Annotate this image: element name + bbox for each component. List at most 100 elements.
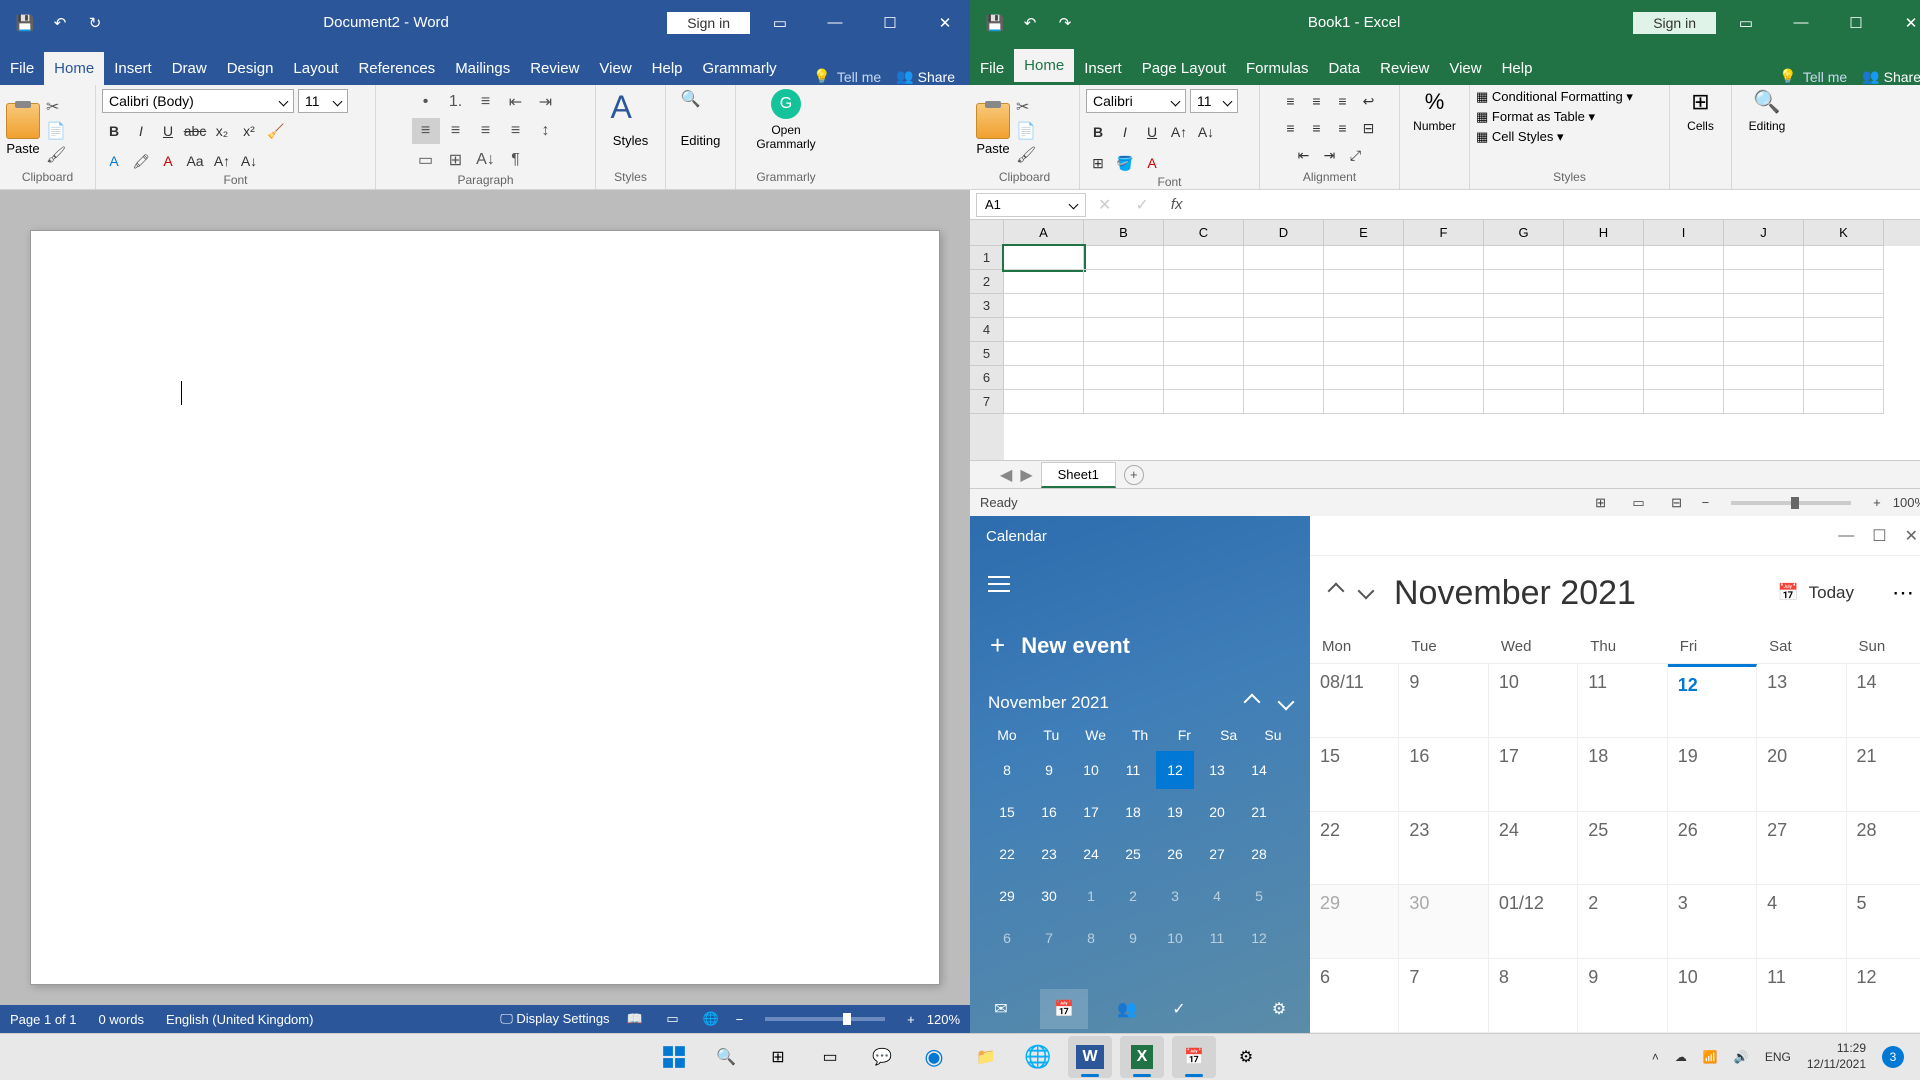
zoom-slider[interactable]	[765, 1017, 885, 1021]
align-right-icon[interactable]: ≡	[472, 118, 500, 144]
formula-input[interactable]	[1192, 197, 1920, 212]
row-header[interactable]: 3	[970, 294, 1004, 318]
inc-indent-icon[interactable]: ⇥	[532, 89, 560, 115]
col-header[interactable]: K	[1804, 220, 1884, 246]
tab-view[interactable]: View	[589, 52, 641, 85]
print-layout-icon[interactable]: ▭	[660, 1009, 686, 1029]
calendar-day[interactable]: 8	[1489, 959, 1578, 1032]
cell-styles-button[interactable]: ▦ Cell Styles ▾	[1476, 129, 1563, 145]
start-button[interactable]	[652, 1036, 696, 1078]
chrome-button[interactable]: 🌐	[1016, 1036, 1060, 1078]
calendar-day[interactable]: 08/11	[1310, 664, 1399, 737]
document-page[interactable]	[30, 230, 940, 985]
cell[interactable]	[1804, 342, 1884, 366]
settings-icon[interactable]: ⚙	[1266, 996, 1292, 1022]
pilcrow-icon[interactable]: ¶	[502, 147, 530, 173]
fx-icon[interactable]: fx	[1161, 196, 1193, 213]
borders-icon[interactable]: ⊞	[442, 147, 470, 173]
tab-grammarly[interactable]: Grammarly	[693, 52, 787, 85]
calendar-taskbar-button[interactable]: 📅	[1172, 1036, 1216, 1078]
cell[interactable]	[1244, 318, 1324, 342]
strike-button[interactable]: abc	[183, 119, 207, 143]
cell[interactable]	[1244, 246, 1324, 270]
calendar-day[interactable]: 12	[1847, 959, 1920, 1032]
col-header[interactable]: I	[1644, 220, 1724, 246]
cells-button[interactable]: ⊞ Cells	[1676, 89, 1725, 187]
mini-day[interactable]: 30	[1030, 877, 1068, 915]
close-icon[interactable]: ✕	[1886, 4, 1920, 42]
share-button[interactable]: 👥Share	[1862, 68, 1920, 85]
prev-month-icon[interactable]	[1330, 584, 1342, 602]
mini-day[interactable]: 15	[988, 793, 1026, 831]
underline-button[interactable]: U	[1140, 120, 1164, 144]
cell[interactable]	[1164, 270, 1244, 294]
font-name-select[interactable]: Calibri	[1086, 89, 1186, 113]
mini-day[interactable]: 18	[1114, 793, 1152, 831]
cell[interactable]	[1804, 366, 1884, 390]
tab-mailings[interactable]: Mailings	[445, 52, 520, 85]
mini-day[interactable]: 27	[1198, 835, 1236, 873]
minimize-icon[interactable]: —	[1776, 4, 1826, 42]
lang-icon[interactable]: ENG	[1765, 1050, 1791, 1064]
cell[interactable]	[1484, 390, 1564, 414]
cell[interactable]	[1484, 294, 1564, 318]
numbering-icon[interactable]: 1.	[442, 89, 470, 115]
cell[interactable]	[1724, 270, 1804, 294]
styles-button[interactable]: A Styles	[602, 89, 659, 170]
settings-taskbar-button[interactable]: ⚙	[1224, 1036, 1268, 1078]
widgets-button[interactable]: ▭	[808, 1036, 852, 1078]
cell[interactable]	[1004, 342, 1084, 366]
mini-day[interactable]: 9	[1114, 919, 1152, 957]
cell[interactable]	[1164, 246, 1244, 270]
borders-icon[interactable]: ⊞	[1086, 151, 1110, 175]
calendar-day[interactable]: 16	[1399, 738, 1488, 811]
cell[interactable]	[1244, 390, 1324, 414]
fill-color-icon[interactable]: 🪣	[1113, 151, 1137, 175]
number-format-button[interactable]: % Number	[1406, 89, 1463, 187]
cell[interactable]	[1004, 390, 1084, 414]
mail-icon[interactable]: ✉	[988, 996, 1014, 1022]
align-center-icon[interactable]: ≡	[1305, 116, 1329, 140]
mini-day[interactable]: 5	[1240, 877, 1278, 915]
calendar-day[interactable]: 26	[1668, 812, 1757, 885]
cell[interactable]	[1084, 342, 1164, 366]
mini-day[interactable]: 7	[1030, 919, 1068, 957]
tab-design[interactable]: Design	[217, 52, 284, 85]
grow-font-icon[interactable]: A↑	[1167, 120, 1191, 144]
mini-day[interactable]: 11	[1114, 751, 1152, 789]
calendar-day[interactable]: 18	[1578, 738, 1667, 811]
cell[interactable]	[1404, 390, 1484, 414]
page-layout-icon[interactable]: ▭	[1626, 493, 1652, 513]
bold-button[interactable]: B	[102, 119, 126, 143]
calendar-day[interactable]: 5	[1847, 885, 1920, 958]
calendar-day[interactable]: 23	[1399, 812, 1488, 885]
mini-month-label[interactable]: November 2021	[988, 693, 1109, 713]
undo-icon[interactable]: ↶	[1020, 13, 1040, 33]
mini-day[interactable]: 1	[1072, 877, 1110, 915]
mini-day[interactable]: 26	[1156, 835, 1194, 873]
conditional-formatting-button[interactable]: ▦ Conditional Formatting ▾	[1476, 89, 1633, 105]
select-all-corner[interactable]	[970, 220, 1004, 246]
volume-icon[interactable]: 🔊	[1734, 1050, 1749, 1064]
next-sheet-icon[interactable]: ▶	[1020, 465, 1032, 485]
col-header[interactable]: C	[1164, 220, 1244, 246]
cell[interactable]	[1084, 270, 1164, 294]
mini-day[interactable]: 2	[1114, 877, 1152, 915]
cell[interactable]	[1324, 294, 1404, 318]
change-case-icon[interactable]: Aa	[183, 149, 207, 173]
cell[interactable]	[1564, 342, 1644, 366]
subscript-button[interactable]: x₂	[210, 119, 234, 143]
cell[interactable]	[1244, 294, 1324, 318]
align-left-icon[interactable]: ≡	[1279, 116, 1303, 140]
row-header[interactable]: 4	[970, 318, 1004, 342]
mini-day[interactable]: 20	[1198, 793, 1236, 831]
accept-fx-icon[interactable]: ✓	[1123, 195, 1160, 215]
cell[interactable]	[1004, 246, 1084, 270]
hamburger-button[interactable]	[970, 556, 1310, 612]
edge-button[interactable]: ◉	[912, 1036, 956, 1078]
tab-formulas[interactable]: Formulas	[1236, 52, 1319, 85]
calendar-day[interactable]: 30	[1399, 885, 1488, 958]
prev-month-icon[interactable]	[1246, 693, 1258, 713]
cell[interactable]	[1164, 342, 1244, 366]
todo-icon[interactable]: ✓	[1166, 996, 1192, 1022]
